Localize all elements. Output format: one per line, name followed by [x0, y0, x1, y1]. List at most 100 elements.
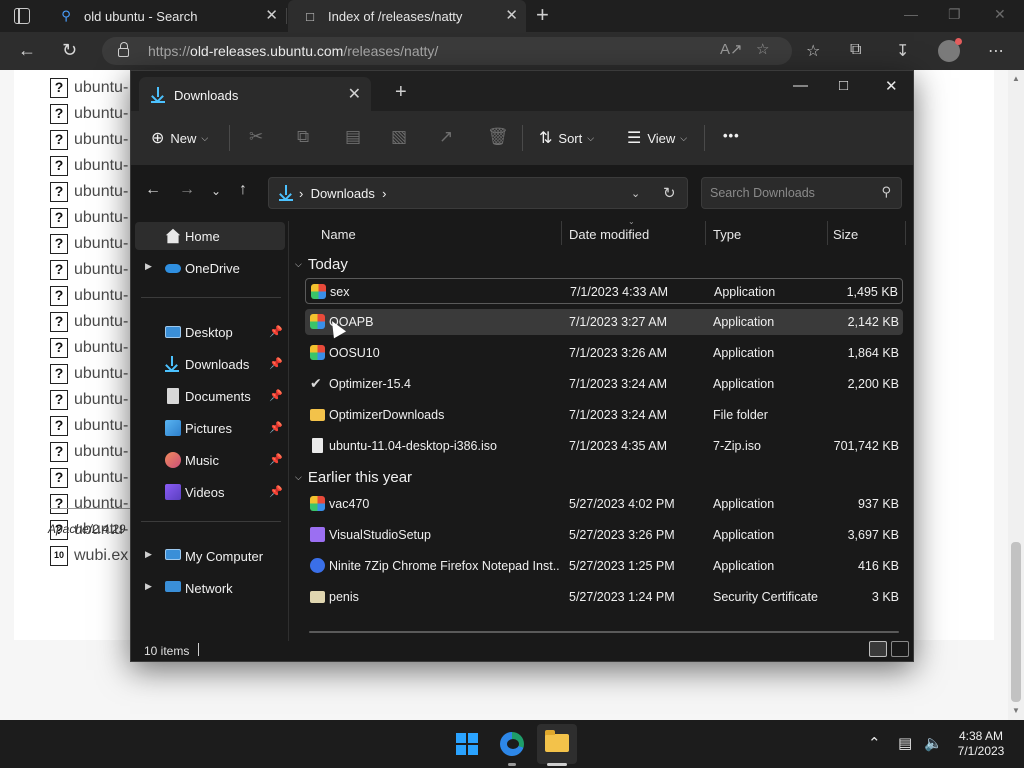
close-tab-icon[interactable]: ✕: [348, 84, 361, 104]
file-row[interactable]: OOAPB 7/1/2023 3:27 AM Application 2,142 KB: [305, 309, 903, 335]
listing-link[interactable]: ? ubuntu-: [50, 311, 128, 333]
file-explorer-taskbar-button[interactable]: [537, 724, 577, 764]
paste-icon[interactable]: ▤: [345, 127, 361, 147]
listing-link[interactable]: ? ubuntu-: [50, 363, 128, 385]
file-row[interactable]: ubuntu-11.04-desktop-i386.iso 7/1/2023 4:…: [305, 433, 903, 459]
close-tab-icon[interactable]: ✕: [505, 8, 518, 24]
close-window-icon[interactable]: ✕: [994, 6, 1006, 23]
back-arrow-icon[interactable]: ←: [18, 40, 36, 60]
cut-icon[interactable]: ✂: [249, 127, 263, 147]
sidebar-item-documents[interactable]: Documents 📌: [135, 382, 285, 410]
listing-link[interactable]: ? ubuntu-: [50, 389, 128, 411]
listing-link[interactable]: ? ubuntu-: [50, 181, 128, 203]
windows-start-icon[interactable]: [456, 733, 478, 755]
restore-icon[interactable]: ❐: [948, 6, 961, 23]
file-row[interactable]: ✔ Optimizer-15.4 7/1/2023 3:24 AM Applicati…: [305, 371, 903, 397]
group-header-today[interactable]: ⌵ Today: [295, 252, 348, 276]
read-aloud-icon[interactable]: A↗: [720, 40, 743, 58]
close-window-icon[interactable]: ✕: [885, 77, 898, 95]
pin-icon[interactable]: 📌: [269, 485, 283, 498]
explorer-address-bar[interactable]: › Downloads › ⌄ ↻: [268, 177, 688, 209]
browser-tab-index[interactable]: □ Index of /releases/natty ✕: [288, 0, 526, 32]
new-tab-button[interactable]: +: [536, 4, 549, 26]
sidebar-item-network[interactable]: ▶ Network: [135, 574, 285, 602]
sidebar-item-pictures[interactable]: Pictures 📌: [135, 414, 285, 442]
listing-link[interactable]: ? ubuntu-: [50, 415, 128, 437]
up-arrow-icon[interactable]: ↑: [239, 181, 247, 199]
tiles-view-icon[interactable]: [891, 641, 909, 657]
file-row[interactable]: sex 7/1/2023 4:33 AM Application 1,495 KB: [305, 278, 903, 304]
copy-icon[interactable]: ⧉: [297, 127, 309, 147]
pin-icon[interactable]: 📌: [269, 389, 283, 402]
chevron-right-icon[interactable]: ▶: [145, 261, 152, 272]
delete-icon[interactable]: 🗑: [487, 127, 509, 147]
chevron-right-icon[interactable]: ▶: [145, 581, 152, 592]
chevron-right-icon[interactable]: ▶: [145, 549, 152, 560]
listing-link[interactable]: ? ubuntu-: [50, 103, 128, 125]
new-button[interactable]: ⊕ New ⌵: [151, 128, 208, 148]
display-icon[interactable]: ▤: [898, 734, 912, 752]
tab-actions-icon[interactable]: [14, 8, 30, 24]
breadcrumb[interactable]: › Downloads ›: [299, 186, 386, 201]
column-header-type[interactable]: Type: [713, 227, 741, 251]
sidebar-item-music[interactable]: Music 📌: [135, 446, 285, 474]
collections-icon[interactable]: ⧉: [850, 41, 861, 59]
file-row[interactable]: OOSU10 7/1/2023 3:26 AM Application 1,864 K…: [305, 340, 903, 366]
sidebar-item-videos[interactable]: Videos 📌: [135, 478, 285, 506]
search-icon[interactable]: ⚲: [881, 184, 891, 200]
file-row[interactable]: OptimizerDownloads 7/1/2023 3:24 AM File f…: [305, 402, 903, 428]
downloads-icon[interactable]: ↧: [896, 41, 909, 61]
refresh-icon[interactable]: ↻: [663, 184, 676, 202]
page-scrollbar[interactable]: ▲ ▼: [1008, 70, 1024, 720]
close-tab-icon[interactable]: ✕: [265, 8, 278, 24]
recent-locations-icon[interactable]: ⌄: [211, 184, 221, 198]
maximize-icon[interactable]: □: [839, 77, 848, 94]
listing-link[interactable]: ? ubuntu-: [50, 77, 128, 99]
details-view-icon[interactable]: [869, 641, 887, 657]
listing-link[interactable]: ? ubuntu-: [50, 259, 128, 281]
favorites-icon[interactable]: ☆: [806, 41, 820, 61]
system-clock[interactable]: 4:38 AM 7/1/2023: [946, 729, 1016, 759]
listing-link[interactable]: ? ubuntu-: [50, 207, 128, 229]
listing-link[interactable]: ? ubuntu-: [50, 337, 128, 359]
more-options-button[interactable]: •••: [723, 128, 740, 143]
minimize-icon[interactable]: —: [904, 6, 918, 22]
listing-link[interactable]: ? ubuntu-: [50, 285, 128, 307]
pane-splitter[interactable]: [288, 221, 289, 641]
pin-icon[interactable]: 📌: [269, 325, 283, 338]
new-tab-button[interactable]: +: [395, 82, 407, 102]
minimize-icon[interactable]: —: [793, 77, 808, 94]
listing-link[interactable]: ? ubuntu-: [50, 155, 128, 177]
sidebar-item-downloads[interactable]: Downloads 📌: [135, 350, 285, 378]
column-divider[interactable]: [905, 221, 906, 245]
file-row[interactable]: Ninite 7Zip Chrome Firefox Notepad Inst.…: [305, 553, 903, 579]
scroll-down-icon[interactable]: ▼: [1012, 706, 1020, 715]
more-menu-icon[interactable]: ⋯: [988, 41, 1004, 61]
pin-icon[interactable]: 📌: [269, 357, 283, 370]
pin-icon[interactable]: 📌: [269, 421, 283, 434]
listing-link[interactable]: ? ubuntu-: [50, 441, 128, 463]
column-header-date[interactable]: Date modified: [569, 227, 649, 251]
add-favorite-icon[interactable]: ☆: [756, 40, 769, 58]
column-divider[interactable]: [705, 221, 706, 245]
sidebar-item-onedrive[interactable]: ▶ OneDrive: [135, 254, 285, 282]
listing-link[interactable]: 10 wubi.ex: [50, 545, 128, 567]
search-box[interactable]: ⚲: [701, 177, 902, 209]
rename-icon[interactable]: ▧: [391, 127, 407, 147]
volume-icon[interactable]: 🔈: [924, 734, 943, 752]
column-divider[interactable]: [561, 221, 562, 245]
search-input[interactable]: [710, 184, 870, 202]
column-header-name[interactable]: Name: [321, 227, 356, 251]
listing-link[interactable]: ? ubuntu-: [50, 233, 128, 255]
sidebar-item-home[interactable]: Home: [135, 222, 285, 250]
horizontal-scrollbar[interactable]: [309, 631, 899, 633]
edge-browser-icon[interactable]: [500, 732, 524, 756]
file-row[interactable]: penis 5/27/2023 1:24 PM Security Certifica…: [305, 584, 903, 610]
address-bar[interactable]: https://old-releases.ubuntu.com/releases…: [102, 37, 792, 65]
column-divider[interactable]: [827, 221, 828, 245]
forward-arrow-icon[interactable]: →: [179, 181, 195, 199]
profile-avatar[interactable]: [938, 38, 962, 62]
scroll-thumb[interactable]: [1011, 542, 1021, 702]
share-icon[interactable]: ↗: [439, 127, 453, 147]
view-button[interactable]: ☰ View ⌵: [627, 128, 687, 148]
